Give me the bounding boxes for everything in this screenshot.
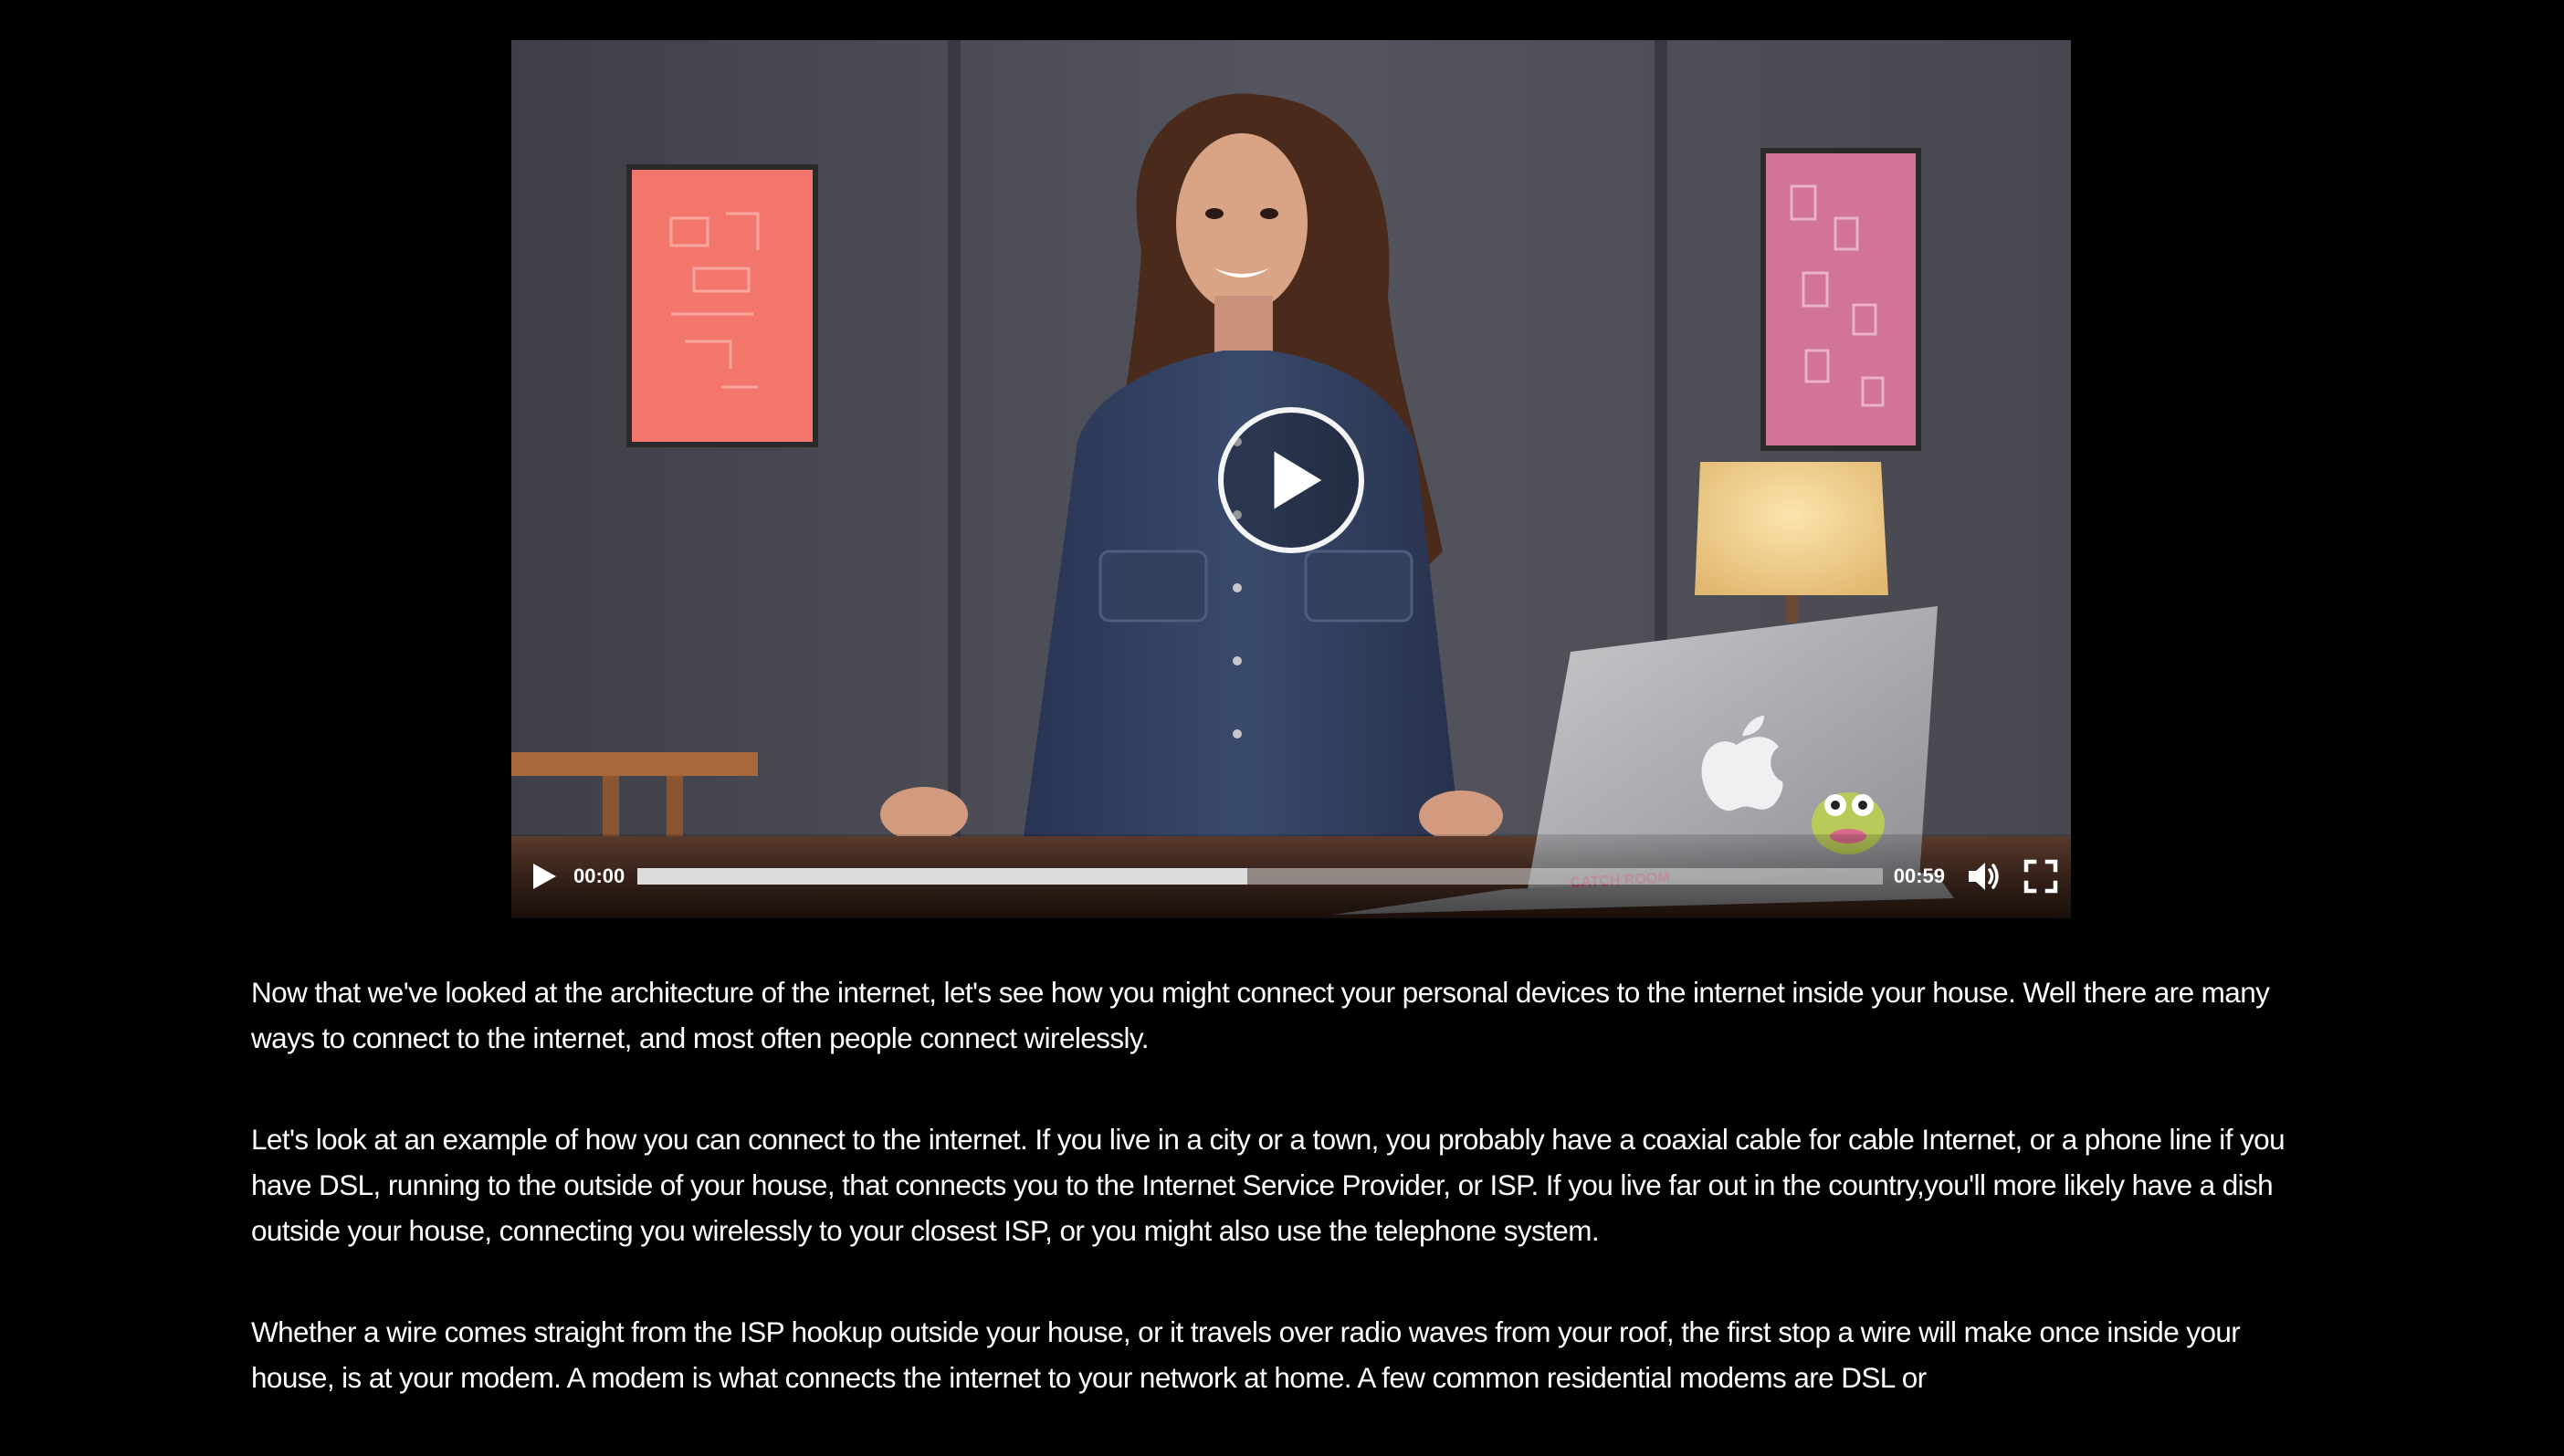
transcript-paragraph-3: Whether a wire comes straight from the I…	[251, 1315, 2241, 1394]
play-button[interactable]	[528, 861, 559, 892]
volume-icon	[1969, 863, 1999, 890]
play-icon	[533, 864, 556, 889]
fullscreen-icon	[2023, 859, 2058, 894]
duration: 00:59	[1893, 864, 1945, 887]
fullscreen-button[interactable]	[2023, 859, 2058, 894]
big-play-button[interactable]	[1218, 407, 1364, 553]
video-player[interactable]: CATCH ROOM 00:00 00:59	[511, 40, 2071, 918]
buffered-bar	[637, 868, 1248, 885]
transcript: Now that we've looked at the architectur…	[251, 969, 2324, 1456]
current-time: 00:00	[573, 864, 625, 887]
progress-bar[interactable]	[637, 868, 1883, 885]
mute-button[interactable]	[1965, 858, 2002, 895]
play-icon	[1274, 451, 1322, 509]
transcript-paragraph-2: Let's look at an example of how you can …	[251, 1123, 2286, 1247]
transcript-paragraph-1: Now that we've looked at the architectur…	[251, 976, 2270, 1054]
player-control-bar: 00:00 00:59	[511, 834, 2071, 918]
